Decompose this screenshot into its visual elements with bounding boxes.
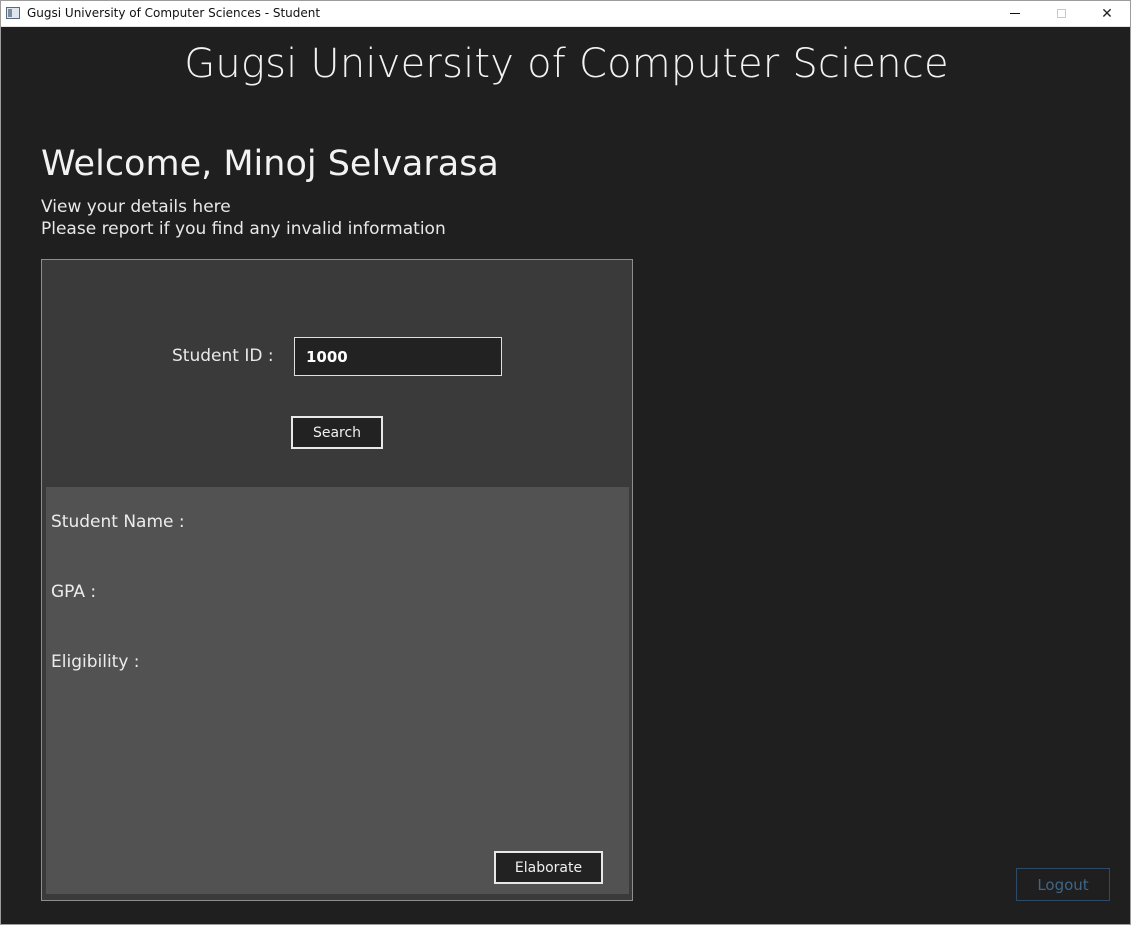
logout-button[interactable]: Logout bbox=[1016, 868, 1110, 901]
student-details-panel: Student Name : GPA : Eligibility : Elabo… bbox=[46, 487, 629, 894]
student-panel: Student ID : Search Student Name : GPA :… bbox=[41, 259, 633, 901]
maximize-button[interactable] bbox=[1038, 1, 1084, 26]
eligibility-label: Eligibility : bbox=[51, 652, 140, 672]
window-title: Gugsi University of Computer Sciences - … bbox=[27, 6, 321, 20]
welcome-subtitle-2: Please report if you find any invalid in… bbox=[41, 219, 446, 239]
minimize-icon bbox=[1010, 13, 1020, 14]
welcome-subtitle-1: View your details here bbox=[41, 197, 231, 217]
student-id-input[interactable] bbox=[294, 337, 502, 376]
page-title: Gugsi University of Computer Science bbox=[184, 41, 949, 87]
title-bar[interactable]: Gugsi University of Computer Sciences - … bbox=[1, 1, 1130, 27]
app-window: Gugsi University of Computer Sciences - … bbox=[0, 0, 1131, 925]
elaborate-button[interactable]: Elaborate bbox=[494, 851, 603, 884]
student-name-label: Student Name : bbox=[51, 512, 185, 532]
close-button[interactable]: ✕ bbox=[1084, 1, 1130, 26]
app-window-icon bbox=[6, 7, 20, 19]
search-button[interactable]: Search bbox=[291, 416, 383, 449]
student-id-label: Student ID : bbox=[172, 346, 274, 366]
minimize-button[interactable] bbox=[992, 1, 1038, 26]
welcome-heading: Welcome, Minoj Selvarasa bbox=[41, 144, 499, 184]
maximize-icon bbox=[1056, 9, 1066, 18]
close-icon: ✕ bbox=[1101, 5, 1113, 22]
gpa-label: GPA : bbox=[51, 582, 97, 602]
